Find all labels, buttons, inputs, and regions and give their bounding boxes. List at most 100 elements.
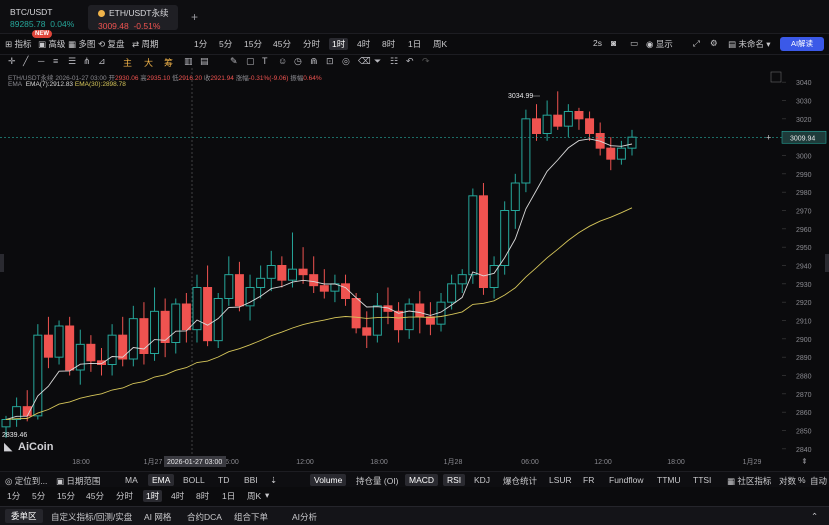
indicator-ttsi[interactable]: TTSI	[693, 475, 711, 485]
panel-tab-custom-indicators[interactable]: 自定义指标/回测/实盘	[51, 511, 132, 523]
candle-body	[510, 182, 520, 211]
eye-icon[interactable]: ◉ 显示	[646, 38, 673, 50]
horizontal-line-tool-icon[interactable]: ─	[38, 56, 44, 66]
candle-body	[287, 268, 297, 281]
replay-button[interactable]: ⟲ 复盘	[98, 38, 125, 50]
percent-scale-toggle[interactable]: %	[798, 475, 806, 485]
bottom-period-45m[interactable]: 45分	[86, 490, 104, 502]
aicoin-watermark: AiCoin	[18, 441, 54, 453]
alert-tool-icon[interactable]: ◷	[294, 56, 302, 67]
rect-tool-icon[interactable]: ▢	[246, 56, 255, 67]
candle-body	[65, 325, 75, 371]
auto-scale-toggle[interactable]: 自动	[810, 475, 827, 487]
panel-collapse-icon[interactable]: ⌃	[811, 511, 818, 522]
indicator-rsi[interactable]: RSI	[443, 474, 466, 486]
bottom-period-timeline[interactable]: 分时	[116, 490, 133, 502]
panel-tab-ai-grid[interactable]: AI 网格	[144, 511, 171, 523]
bottom-period-4h[interactable]: 4时	[171, 490, 184, 502]
indicator-boll[interactable]: BOLL	[183, 475, 205, 485]
indicator-bbi[interactable]: BBI	[244, 475, 258, 485]
fib-tool-icon[interactable]: ☰	[68, 56, 76, 67]
indicator-macd[interactable]: MACD	[405, 474, 439, 486]
period-5m[interactable]: 5分	[219, 38, 232, 50]
ai-interpret-button[interactable]: AI解读	[780, 37, 824, 51]
bottom-period-1m[interactable]: 1分	[7, 490, 20, 502]
candle-body	[128, 318, 138, 360]
indicator-oi[interactable]: 持仓量 (OI)	[356, 475, 399, 487]
candle-body	[277, 265, 287, 281]
x-tick-label: 18:00	[72, 459, 90, 466]
period-1m[interactable]: 1分	[194, 38, 207, 50]
indicator-fr[interactable]: FR	[583, 475, 594, 485]
magnet-tool-icon[interactable]: ⋒	[310, 56, 318, 67]
period-settings-button[interactable]: ⇄ 周期	[132, 38, 159, 50]
delete-tool-icon[interactable]: ⌫	[358, 56, 371, 67]
indicator-ttmu[interactable]: TTMU	[657, 475, 681, 485]
community-indicators-button[interactable]: ▦ 社区指标	[727, 475, 771, 487]
indicators-button[interactable]: ⊞ 指标	[5, 38, 32, 50]
period-week[interactable]: 周K	[433, 38, 447, 50]
filter-tool-icon[interactable]: ⏷	[374, 56, 381, 67]
panel-tab-dca[interactable]: 合约DCA	[187, 511, 222, 523]
indicator-td[interactable]: TD	[218, 475, 229, 485]
indicator-liquidation[interactable]: 爆仓统计	[503, 475, 537, 487]
refresh-interval[interactable]: 2s	[593, 38, 602, 48]
indicator-kdj[interactable]: KDJ	[474, 475, 490, 485]
price-chart[interactable]: 3040303030203010300029902980297029602950…	[0, 68, 829, 471]
ruler-icon[interactable]: ▤	[200, 56, 209, 67]
more-main-indicators-icon[interactable]: ⇣	[270, 475, 277, 486]
crosshair-tool-icon[interactable]: ✛	[8, 56, 16, 67]
bottom-period-1h[interactable]: 1时	[143, 490, 163, 502]
volume-profile-icon[interactable]: ▥	[184, 56, 193, 67]
template-dropdown[interactable]: ▤ 未命名 ▾	[728, 38, 771, 50]
period-8h[interactable]: 8时	[382, 38, 395, 50]
date-range-button[interactable]: ▣ 日期范围	[56, 475, 100, 487]
panel-tab-combo-order[interactable]: 组合下单	[234, 511, 268, 523]
period-1d[interactable]: 1日	[408, 38, 421, 50]
panel-tab-orders[interactable]: 委单区	[5, 509, 43, 523]
period-45m[interactable]: 45分	[273, 38, 291, 50]
tab-btc-price: 89285.78	[10, 19, 46, 29]
indicator-fundflow[interactable]: Fundflow	[609, 475, 644, 485]
period-dropdown-icon[interactable]: ▾	[265, 490, 269, 501]
tab-btc[interactable]: BTC/USDT 89285.78 0.04%	[0, 5, 88, 30]
locate-button[interactable]: ◎ 定位到...	[5, 475, 47, 487]
tab-eth[interactable]: ETH/USDT永续 3009.48 -0.51%	[88, 5, 178, 31]
pitchfork-tool-icon[interactable]: ⋔	[83, 56, 91, 67]
add-tab-icon[interactable]: +	[191, 10, 198, 24]
measure-tool-icon[interactable]: ⊿	[98, 56, 106, 67]
bottom-period-5m[interactable]: 5分	[32, 490, 45, 502]
period-15m[interactable]: 15分	[244, 38, 262, 50]
text-tool-icon[interactable]: T	[262, 56, 268, 66]
bottom-period-week[interactable]: 周K	[247, 490, 261, 502]
undo-icon[interactable]: ↶	[406, 56, 414, 67]
multi-chart-button[interactable]: ▦ 多图	[68, 38, 95, 50]
bottom-period-1d[interactable]: 1日	[222, 490, 235, 502]
indicator-ma[interactable]: MA	[125, 475, 138, 485]
emoji-tool-icon[interactable]: ☺	[278, 56, 287, 66]
advanced-button[interactable]: ▣ 高级	[38, 38, 65, 50]
eye-tool-icon[interactable]: ◎	[342, 56, 350, 67]
settings-icon[interactable]: ⚙	[710, 38, 718, 49]
bottom-period-15m[interactable]: 15分	[57, 490, 75, 502]
parallel-channel-tool-icon[interactable]: ≡	[53, 56, 58, 66]
period-4h[interactable]: 4时	[357, 38, 370, 50]
layout-icon[interactable]: ▭	[630, 38, 638, 49]
brush-tool-icon[interactable]: ✎	[230, 56, 238, 67]
trend-line-tool-icon[interactable]: ╱	[23, 56, 28, 67]
redo-icon[interactable]: ↷	[422, 56, 430, 67]
lock-tool-icon[interactable]: ⊡	[326, 56, 334, 67]
eth-coin-icon	[98, 9, 105, 17]
log-scale-toggle[interactable]: 对数	[779, 475, 796, 487]
indicator-volume[interactable]: Volume	[310, 474, 347, 486]
layers-tool-icon[interactable]: ☷	[390, 56, 398, 67]
period-timeline[interactable]: 分时	[303, 38, 320, 50]
fullscreen-icon[interactable]: ⤢	[693, 38, 700, 49]
bottom-period-8h[interactable]: 8时	[196, 490, 209, 502]
camera-icon[interactable]: ◙	[611, 38, 616, 48]
indicator-ema[interactable]: EMA	[148, 474, 175, 486]
panel-tab-ai-analysis[interactable]: AI分析	[292, 511, 317, 523]
period-1h[interactable]: 1时	[329, 38, 349, 50]
indicator-lsur[interactable]: LSUR	[549, 475, 572, 485]
new-badge: NEW	[32, 30, 52, 38]
